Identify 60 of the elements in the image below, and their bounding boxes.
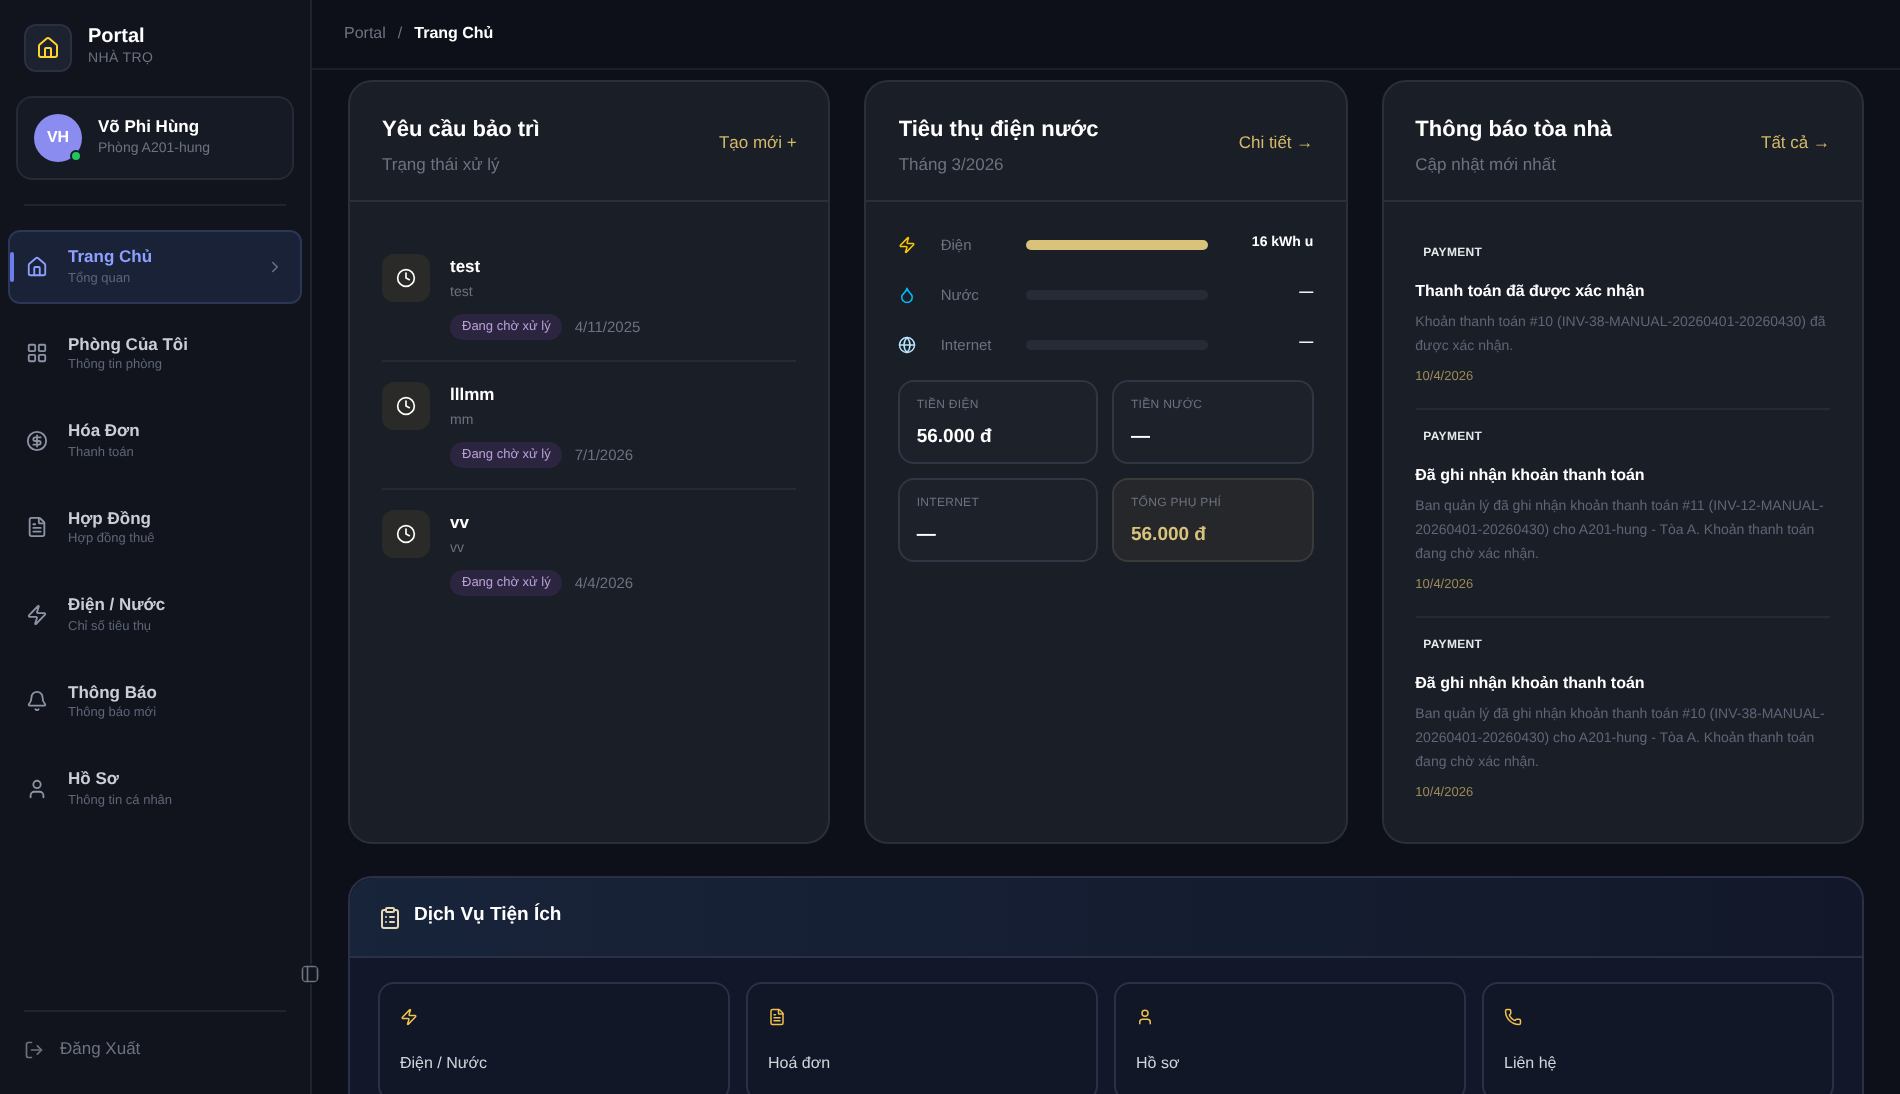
- bell-icon: [26, 690, 48, 713]
- breadcrumb-item: Trang Chủ: [414, 22, 494, 46]
- nav-label: Thông Báo: [68, 679, 159, 705]
- card-title: Tiêu thụ điện nước: [898, 116, 1099, 146]
- user-icon: [26, 777, 48, 800]
- card-title: Thông báo tòa nhà: [1415, 116, 1613, 146]
- cost-value: 56.000 đ: [916, 424, 994, 453]
- nav-label: Hồ Sơ: [68, 766, 121, 792]
- clipboard-icon: [378, 905, 402, 929]
- nav-label: Phòng Của Tôi: [68, 331, 190, 357]
- cost-value: 56.000 đ: [1130, 522, 1208, 551]
- service-tile[interactable]: Điện / Nước: [378, 982, 730, 1094]
- lightning-icon: [400, 1008, 418, 1026]
- clock-icon: [382, 510, 430, 559]
- brand-title: Portal: [88, 25, 147, 49]
- phone-icon: [1504, 1008, 1522, 1026]
- water-drop-icon: [898, 285, 917, 304]
- clock-icon: [382, 254, 430, 303]
- cost-value: —: [916, 522, 938, 551]
- logout-button[interactable]: Đăng Xuất: [8, 1012, 302, 1086]
- lightning-icon: [26, 603, 48, 626]
- request-title: test: [450, 254, 483, 280]
- document-icon: [768, 1008, 786, 1026]
- logout-icon: [24, 1039, 44, 1060]
- card-title: Yêu cầu bảo trì: [382, 116, 540, 146]
- nav-label: Điện / Nước: [68, 592, 168, 618]
- user-icon: [1136, 1008, 1154, 1026]
- notice-title: Thanh toán đã được xác nhận: [1415, 280, 1647, 305]
- view-all-link[interactable]: Tất cả →: [1761, 130, 1830, 156]
- notice-title: Đã ghi nhận khoản thanh toán: [1415, 671, 1647, 696]
- cost-value: —: [1130, 424, 1152, 453]
- service-tile[interactable]: Liên hệ: [1482, 982, 1834, 1094]
- card-subtitle: Trạng thái xử lý: [382, 151, 502, 177]
- service-tile[interactable]: Hoá đơn: [746, 982, 1098, 1094]
- home-icon: [26, 255, 48, 278]
- section-title: Dịch Vụ Tiện Ích: [414, 902, 562, 931]
- nav-label: Hợp Đồng: [68, 505, 153, 531]
- request-title: lllmm: [450, 382, 497, 408]
- details-link[interactable]: Chi tiết →: [1238, 130, 1314, 156]
- notice-title: Đã ghi nhận khoản thanh toán: [1415, 464, 1647, 488]
- document-icon: [26, 516, 48, 539]
- dollar-icon: [26, 429, 48, 452]
- create-link[interactable]: Tạo mới +: [718, 130, 797, 156]
- card-subtitle: Cập nhật mới nhất: [1415, 151, 1558, 177]
- chevron-icon: [266, 257, 284, 276]
- nav-label: Trang Chủ: [68, 244, 155, 270]
- collapse-icon[interactable]: [300, 964, 320, 984]
- request-title: vv: [450, 510, 471, 536]
- breadcrumb-item: /: [397, 22, 403, 46]
- lightning-icon: [898, 235, 917, 254]
- service-tile[interactable]: Hồ sơ: [1114, 982, 1466, 1094]
- user-name: Võ Phi Hùng: [98, 114, 202, 141]
- avatar-initials: VH: [46, 126, 70, 150]
- nav-label: Hóa Đơn: [68, 418, 142, 444]
- grid-icon: [26, 342, 48, 365]
- logo-icon: [24, 24, 72, 72]
- card-subtitle: Tháng 3/2026: [898, 151, 1006, 177]
- clock-icon: [382, 382, 430, 431]
- breadcrumb-item[interactable]: Portal: [344, 22, 386, 46]
- globe-icon: [898, 335, 917, 354]
